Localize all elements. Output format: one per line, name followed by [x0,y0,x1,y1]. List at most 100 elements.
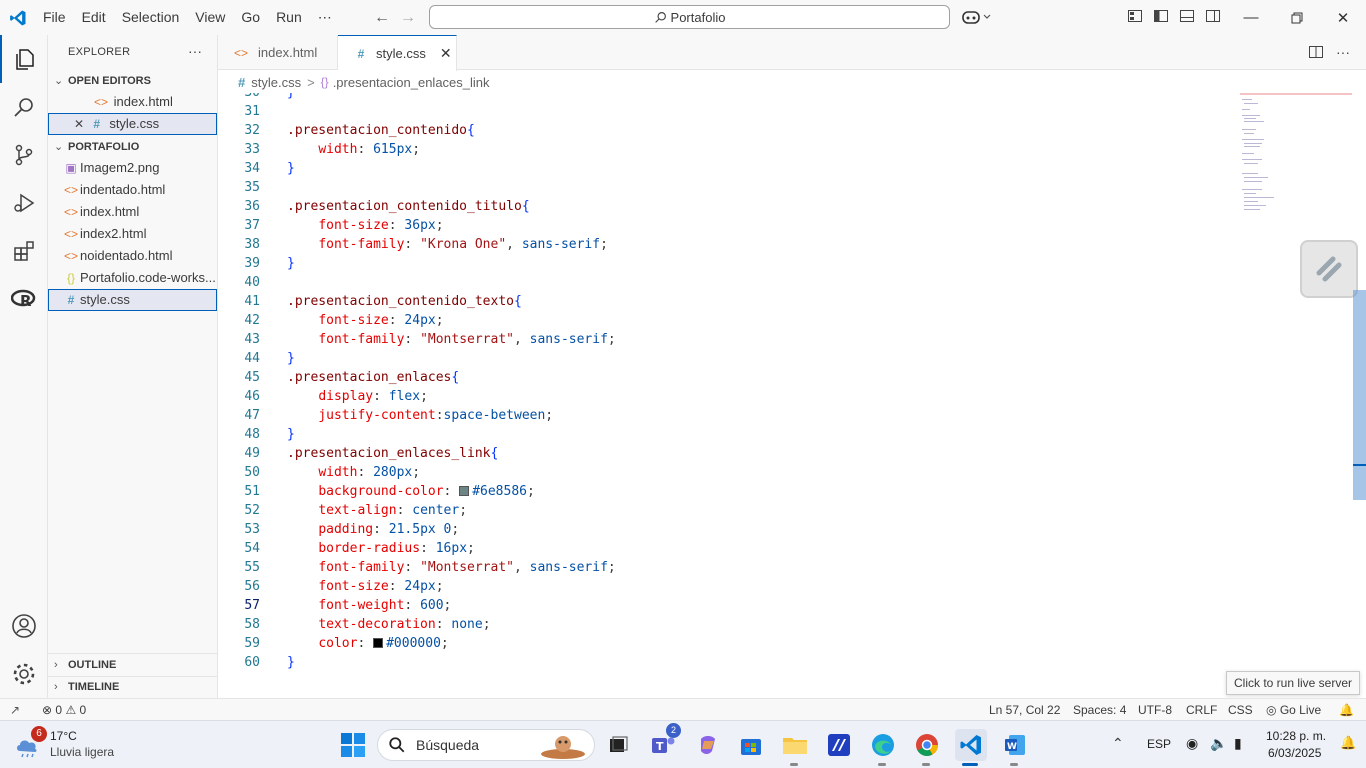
code-line[interactable]: 36 .presentacion_contenido_titulo{ [218,197,1232,216]
code-line[interactable]: 56 font-size: 24px; [218,577,1232,596]
microsoft-store-icon[interactable] [735,729,767,761]
notifications-bell-icon[interactable]: 🔔 [1339,699,1354,721]
code-line[interactable]: 37 font-size: 36px; [218,216,1232,235]
code-line[interactable]: 49 .presentacion_enlaces_link{ [218,444,1232,463]
task-view-icon[interactable] [602,729,634,761]
floating-extension-button[interactable] [1300,240,1358,298]
close-icon[interactable]: ✕ [74,117,84,131]
volume-icon[interactable]: 🔈 [1210,735,1227,752]
weather-description[interactable]: Lluvia ligera [50,745,114,759]
code-editor[interactable]: 30} 31 32 .presentacion_contenido{33 width:… [218,93,1366,698]
timeline-section[interactable]: › TIMELINE [48,676,218,698]
code-line[interactable]: 41 .presentacion_contenido_texto{ [218,292,1232,311]
code-line[interactable]: 52 text-align: center; [218,501,1232,520]
close-tab-icon[interactable]: ✕ [440,45,452,62]
minimap[interactable] [1240,93,1352,223]
account-icon[interactable] [0,602,48,650]
show-hidden-icons-chevron-icon[interactable]: ⌃ [1112,735,1124,752]
run-debug-icon[interactable] [0,179,48,227]
file-item[interactable]: <> index2.html [48,223,217,245]
file-item[interactable]: ▣ Imagem2.png [48,157,217,179]
portafolio-folder-section[interactable]: ⌄ PORTAFOLIO [48,136,218,158]
code-line[interactable]: 30} [218,93,1232,102]
explorer-more-button[interactable]: ··· [188,43,202,59]
menu-selection[interactable]: Selection [114,0,188,35]
go-live-button[interactable]: ◎ Go Live [1266,699,1321,721]
windows-start-icon[interactable] [337,729,369,761]
copilot-app-icon[interactable] [692,729,724,761]
toggle-panel-icon[interactable] [1179,8,1197,26]
vscode-app-icon[interactable] [955,729,987,766]
toggle-primary-sidebar-icon[interactable] [1153,8,1171,26]
code-line[interactable]: 58 text-decoration: none; [218,615,1232,634]
explorer-files-icon[interactable] [0,35,48,83]
extensions-icon[interactable] [0,227,48,275]
color-swatch[interactable] [373,638,384,648]
tab-index-html[interactable]: <> index.html [218,35,338,70]
file-item[interactable]: <> index.html [48,201,217,223]
code-line[interactable]: 44} [218,349,1232,368]
code-line[interactable]: 31 [218,102,1232,121]
layout-customize-icon[interactable] [1127,8,1145,26]
menu-run[interactable]: Run [268,0,310,35]
input-language[interactable]: ESP [1147,737,1171,751]
end-of-line[interactable]: CRLF [1186,699,1217,721]
editor-more-actions-icon[interactable]: ··· [1336,44,1354,62]
command-center-search[interactable]: Portafolio [429,5,950,29]
edge-browser-icon[interactable] [867,729,899,766]
code-line[interactable]: 55 font-family: "Montserrat", sans-serif… [218,558,1232,577]
settings-gear-icon[interactable] [0,650,48,698]
code-line[interactable]: 59 color: #000000; [218,634,1232,653]
toggle-secondary-sidebar-icon[interactable] [1205,8,1223,26]
code-line[interactable]: 50 width: 280px; [218,463,1232,482]
code-line[interactable]: 45 .presentacion_enlaces{ [218,368,1232,387]
copilot-icon[interactable] [962,8,992,26]
taskbar-search[interactable]: Búsqueda [377,729,595,761]
code-line[interactable]: 54 border-radius: 16px; [218,539,1232,558]
open-editors-section[interactable]: ⌄ OPEN EDITORS [48,70,218,92]
cursor-position[interactable]: Ln 57, Col 22 [989,699,1060,721]
teams-icon[interactable]: T 2 [647,723,681,761]
code-line[interactable]: 39} [218,254,1232,273]
breadcrumb-file[interactable]: style.css [251,75,301,90]
code-line[interactable]: 60} [218,653,1232,672]
encoding[interactable]: UTF-8 [1138,699,1172,721]
breadcrumb-symbol[interactable]: .presentacion_enlaces_link [333,75,490,90]
notification-bell-icon[interactable]: 🔔 [1340,735,1356,751]
forward-arrow-icon[interactable]: → [395,9,421,27]
app-icon[interactable] [823,729,855,761]
editor-scrollbar-thumb[interactable] [1353,290,1366,500]
tab-style-css[interactable]: # style.css ✕ [338,35,457,71]
file-item[interactable]: {} Portafolio.code-works... [48,267,217,289]
open-editor-item-active[interactable]: ✕ # style.css [48,113,217,135]
code-line[interactable]: 33 width: 615px; [218,140,1232,159]
code-line[interactable]: 57 font-weight: 600; [218,596,1232,615]
code-line[interactable]: 43 font-family: "Montserrat", sans-serif… [218,330,1232,349]
menu-file[interactable]: File [35,0,74,35]
problems-indicator[interactable]: ⊗ 0 ⚠ 0 [42,699,86,721]
code-line[interactable]: 46 display: flex; [218,387,1232,406]
code-line[interactable]: 53 padding: 21.5px 0; [218,520,1232,539]
file-item-selected[interactable]: # style.css [48,289,217,311]
remote-r-icon[interactable]: R [0,275,48,323]
remote-indicator-icon[interactable]: ↗ [10,699,20,721]
battery-icon[interactable]: ▮ [1234,735,1242,752]
color-swatch[interactable] [459,486,470,496]
back-arrow-icon[interactable]: ← [369,9,395,27]
file-item[interactable]: <> indentado.html [48,179,217,201]
indentation[interactable]: Spaces: 4 [1073,699,1126,721]
close-window-button[interactable]: ✕ [1320,0,1366,35]
language-mode[interactable]: CSS [1228,699,1253,721]
source-control-icon[interactable] [0,131,48,179]
code-line[interactable]: 34} [218,159,1232,178]
wifi-icon[interactable]: ◉ [1186,735,1198,752]
clock-time[interactable]: 10:28 p. m. [1266,729,1326,743]
outline-section[interactable]: › OUTLINE [48,654,218,676]
code-line[interactable]: 35 [218,178,1232,197]
menu-edit[interactable]: Edit [74,0,114,35]
file-explorer-icon[interactable] [779,729,811,766]
split-editor-icon[interactable] [1308,44,1326,62]
code-line[interactable]: 40 [218,273,1232,292]
code-line[interactable]: 38 font-family: "Krona One", sans-serif; [218,235,1232,254]
clock-date[interactable]: 6/03/2025 [1268,746,1321,760]
